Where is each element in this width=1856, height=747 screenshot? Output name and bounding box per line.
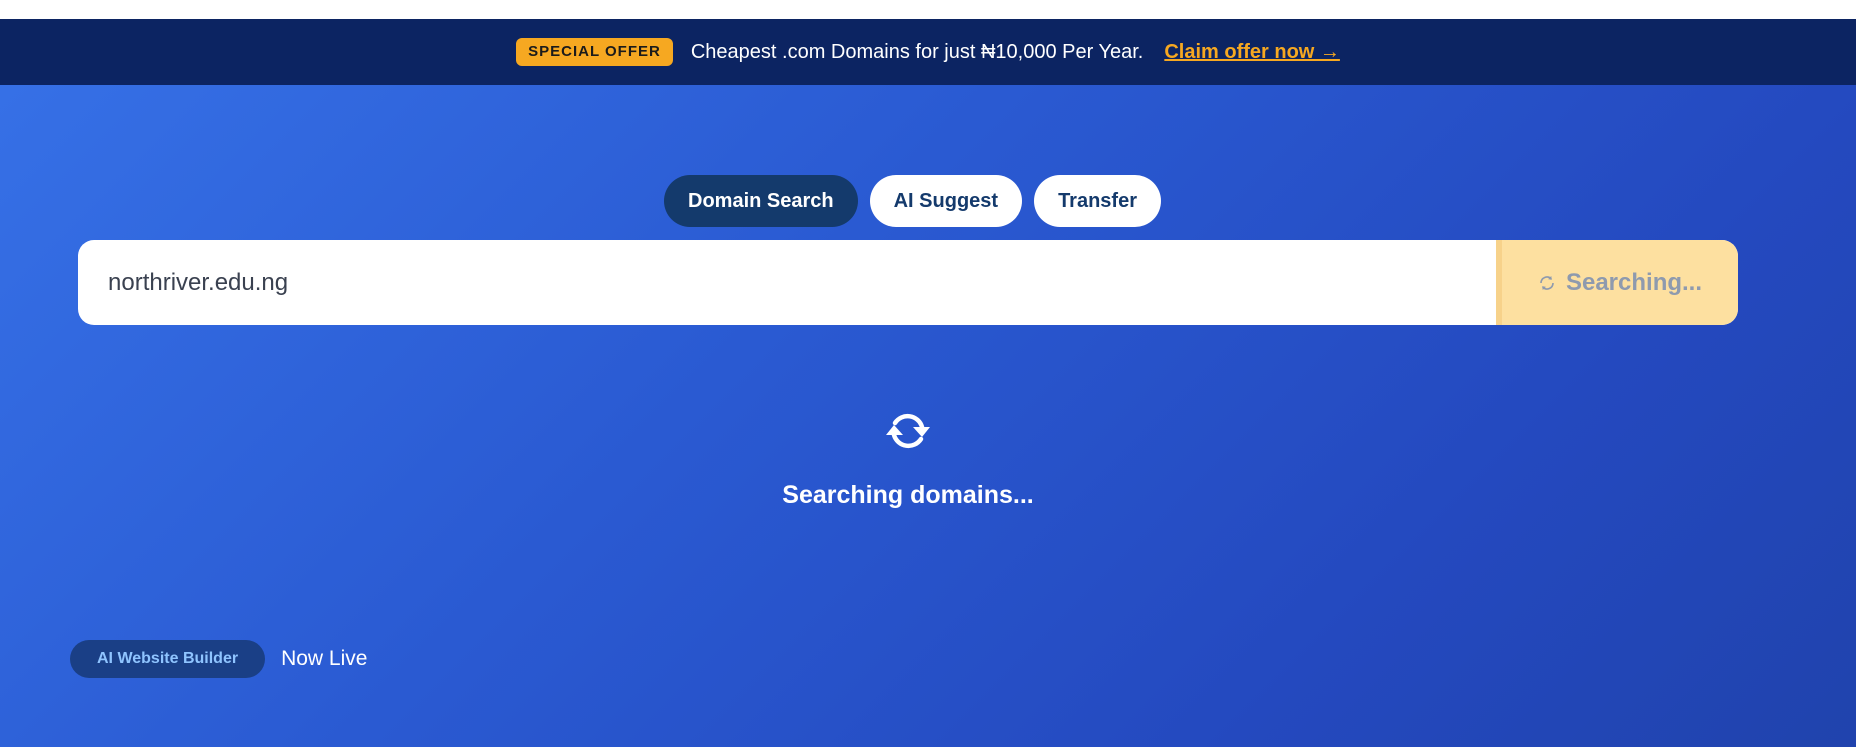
spinner-icon [1540, 275, 1554, 290]
special-offer-badge: SPECIAL OFFER [516, 38, 673, 66]
domain-search-box: Searching... [78, 240, 1738, 325]
search-status: Searching domains... [0, 405, 1816, 510]
sync-icon [886, 413, 930, 449]
ai-website-builder-badge[interactable]: AI Website Builder [70, 640, 266, 678]
ai-builder-announcement: AI Website Builder Now Live [70, 640, 367, 678]
tab-transfer[interactable]: Transfer [1034, 175, 1161, 227]
promo-bar: SPECIAL OFFER Cheapest .com Domains for … [0, 19, 1856, 85]
search-button-label: Searching... [1565, 268, 1703, 296]
top-strip [0, 0, 1856, 19]
tab-ai-suggest[interactable]: AI Suggest [869, 175, 1023, 227]
status-text: Searching domains... [782, 481, 1034, 509]
hero-section: Domain Search AI Suggest Transfer Search… [0, 85, 1856, 747]
search-mode-tabs: Domain Search AI Suggest Transfer [664, 175, 1161, 227]
page: SPECIAL OFFER Cheapest .com Domains for … [0, 0, 1856, 747]
domain-search-input[interactable] [78, 240, 1496, 325]
now-live-text: Now Live [281, 647, 368, 670]
promo-text: Cheapest .com Domains for just ₦10,000 P… [690, 40, 1144, 63]
search-button[interactable]: Searching... [1496, 240, 1738, 325]
claim-offer-link[interactable]: Claim offer now → [1164, 41, 1340, 64]
tab-domain-search[interactable]: Domain Search [664, 175, 858, 227]
